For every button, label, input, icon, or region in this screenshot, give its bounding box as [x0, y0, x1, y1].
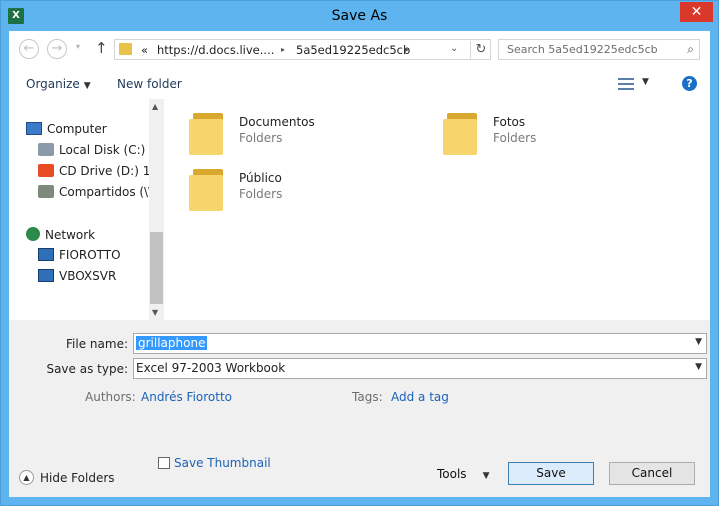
cd-drive-icon [38, 164, 54, 177]
folder-icon [189, 109, 229, 155]
view-options-dropdown[interactable]: ▼ [642, 77, 649, 87]
file-name-value[interactable]: grillaphone [136, 336, 208, 350]
help-icon[interactable]: ? [682, 76, 697, 91]
sidebar-item-compartidos[interactable]: Compartidos (\\v [38, 185, 149, 199]
disk-icon [38, 143, 54, 156]
network-icon [26, 227, 40, 241]
search-input[interactable] [499, 40, 683, 59]
sidebar-item-label: FIOROTTO [59, 248, 121, 262]
sidebar-item-label: Compartidos (\\v [59, 185, 149, 199]
file-name-field[interactable]: grillaphone ▼ [133, 333, 707, 354]
computer-icon [26, 122, 42, 135]
folder-type: Folders [239, 131, 283, 145]
save-type-label: Save as type: [46, 362, 128, 376]
sidebar-item-vboxsvr[interactable]: VBOXSVR [38, 269, 116, 283]
computer-icon [38, 269, 54, 282]
search-box[interactable]: ⌕ [498, 39, 700, 60]
breadcrumb-item[interactable]: 5a5ed19225edc5cb [296, 43, 410, 57]
breadcrumb-separator[interactable]: ▸ [281, 45, 285, 54]
file-list: Documentos Folders Fotos Folders Público… [165, 99, 710, 320]
file-name-input[interactable]: grillaphone [136, 336, 208, 350]
folder-name: Documentos [239, 115, 315, 129]
sidebar-scrollbar[interactable]: ▲ ▼ [149, 99, 164, 320]
cancel-button[interactable]: Cancel [609, 462, 695, 485]
new-folder-button[interactable]: New folder [117, 77, 182, 91]
tools-button[interactable]: Tools ▼ [437, 467, 489, 481]
save-thumbnail-checkbox[interactable] [158, 457, 170, 469]
sidebar-item-local-disk[interactable]: Local Disk (C:) [38, 143, 145, 157]
file-name-label: File name: [66, 337, 128, 351]
chevron-down-icon[interactable]: ▼ [695, 362, 702, 372]
save-options-panel: File name: grillaphone ▼ Save as type: E… [9, 320, 710, 497]
command-bar: Organize ▼ New folder ▼ ? [9, 69, 710, 99]
save-thumbnail-label[interactable]: Save Thumbnail [174, 456, 271, 470]
folder-name: Público [239, 171, 282, 185]
breadcrumb-overflow[interactable]: « [141, 43, 148, 57]
back-button[interactable]: ← [19, 39, 39, 59]
change-view-icon[interactable] [618, 77, 634, 91]
sidebar-item-computer[interactable]: Computer [26, 122, 107, 136]
close-button[interactable]: ✕ [680, 2, 713, 22]
scroll-down-icon[interactable]: ▼ [152, 308, 158, 317]
chevron-down-icon: ▼ [482, 471, 490, 481]
forward-button[interactable]: → [47, 39, 67, 59]
breadcrumb-item[interactable]: https://d.docs.live.... [157, 43, 274, 57]
sidebar-item-label: VBOXSVR [59, 269, 117, 283]
folder-icon [189, 165, 229, 211]
scrollbar-thumb[interactable] [150, 232, 163, 304]
save-type-select[interactable]: Excel 97-2003 Workbook ▼ [133, 358, 707, 379]
chevron-up-icon[interactable]: ▲ [19, 470, 34, 485]
computer-icon [38, 248, 54, 261]
network-share-icon [38, 185, 54, 198]
dialog-content: ← → ▾ ↑ « https://d.docs.live.... ▸ 5a5e… [9, 31, 710, 497]
scroll-up-icon[interactable]: ▲ [152, 102, 158, 111]
folder-name: Fotos [493, 115, 526, 129]
hide-folders-button[interactable]: Hide Folders [40, 471, 115, 485]
up-folder-button[interactable]: ↑ [95, 39, 108, 57]
sidebar-item-label: Network [45, 228, 96, 242]
sidebar-item-label: Computer [47, 122, 107, 136]
tools-label: Tools [437, 467, 467, 481]
organize-label: Organize [26, 77, 80, 91]
authors-label: Authors: [85, 390, 136, 404]
folder-type: Folders [493, 131, 537, 145]
navigation-bar: ← → ▾ ↑ « https://d.docs.live.... ▸ 5a5e… [9, 31, 710, 69]
tags-value[interactable]: Add a tag [391, 390, 449, 404]
refresh-icon[interactable]: ↻ [470, 41, 491, 58]
sidebar-item-cd-drive[interactable]: CD Drive (D:) 15.0 [38, 164, 149, 178]
authors-value[interactable]: Andrés Fiorotto [141, 390, 232, 404]
search-icon[interactable]: ⌕ [687, 42, 694, 57]
chevron-down-icon[interactable]: ▼ [695, 337, 702, 347]
chevron-down-icon: ▼ [83, 81, 91, 91]
save-type-value: Excel 97-2003 Workbook [136, 361, 286, 375]
folder-type: Folders [239, 187, 283, 201]
breadcrumb-separator[interactable]: ▸ [405, 45, 409, 54]
organize-button[interactable]: Organize ▼ [26, 77, 91, 91]
address-dropdown-icon[interactable]: ⌄ [450, 43, 458, 54]
save-as-dialog: X Save As ✕ ← → ▾ ↑ « https://d.docs.liv… [0, 0, 719, 506]
save-button[interactable]: Save [508, 462, 594, 485]
folder-icon [443, 109, 483, 155]
navigation-pane: Computer Local Disk (C:) CD Drive (D:) 1… [9, 99, 165, 320]
recent-locations-dropdown[interactable]: ▾ [76, 42, 80, 51]
dialog-title: Save As [331, 8, 388, 24]
folder-icon [119, 43, 132, 55]
sidebar-item-label: Local Disk (C:) [59, 143, 146, 157]
title-bar: X Save As ✕ [1, 1, 718, 31]
tags-label: Tags: [352, 390, 383, 404]
sidebar-item-fiorotto[interactable]: FIOROTTO [38, 248, 121, 262]
sidebar-item-label: CD Drive (D:) 15.0 [59, 164, 149, 178]
address-bar[interactable]: « https://d.docs.live.... ▸ 5a5ed19225ed… [114, 39, 491, 60]
sidebar-item-network[interactable]: Network [26, 227, 95, 242]
